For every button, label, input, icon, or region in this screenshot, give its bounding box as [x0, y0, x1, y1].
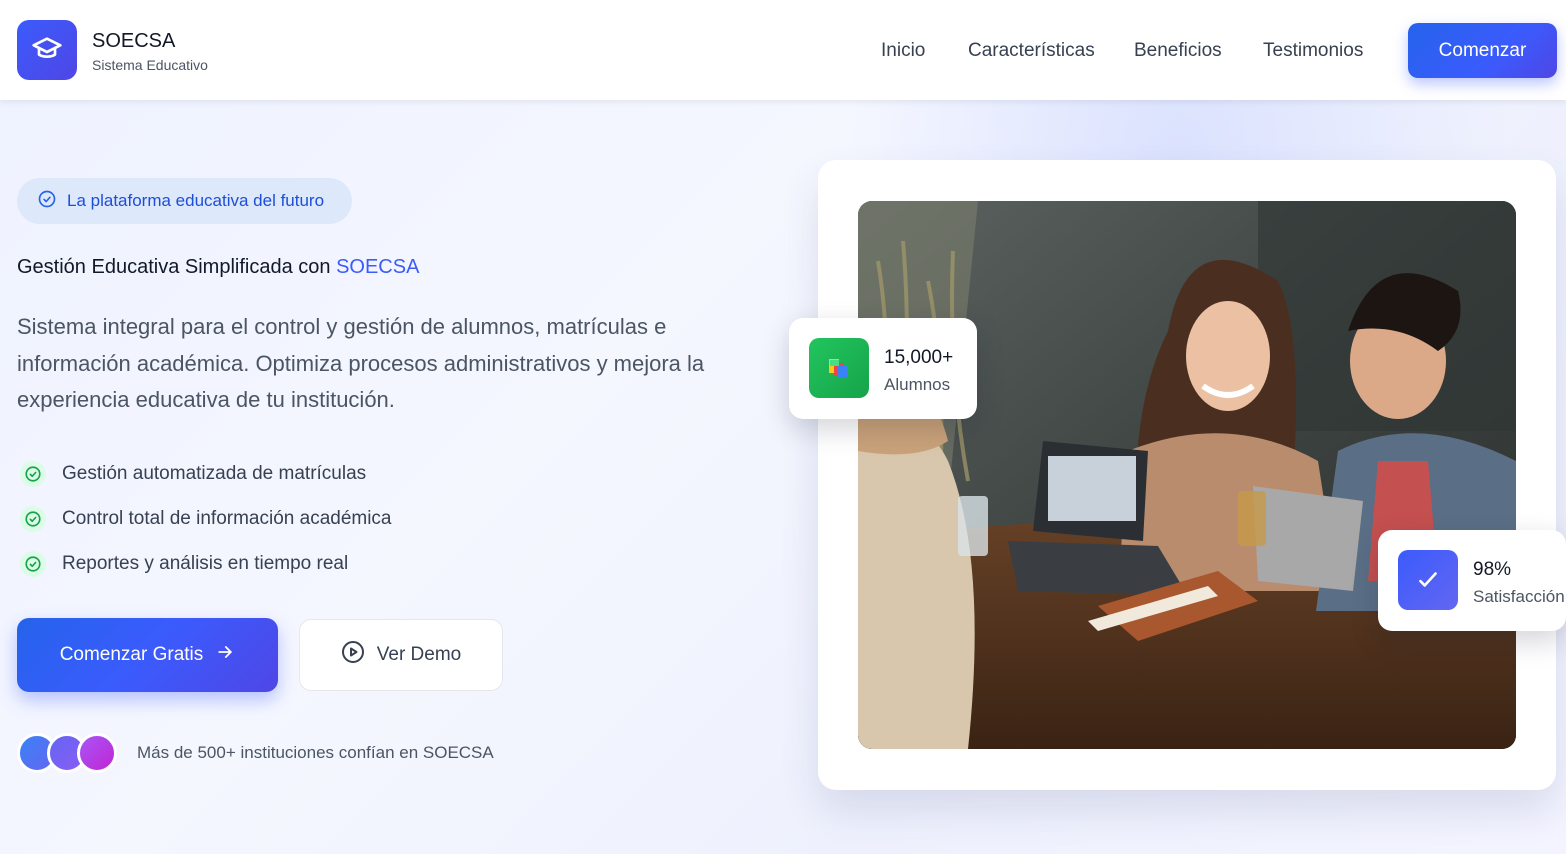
books-icon	[809, 338, 869, 398]
ver-demo-button[interactable]: Ver Demo	[299, 619, 503, 691]
brand-subtitle: Sistema Educativo	[92, 57, 208, 73]
play-circle-icon	[341, 640, 365, 670]
graduation-cap-icon	[31, 32, 63, 69]
check-circle-icon	[20, 506, 46, 532]
feature-item: Control total de información académica	[20, 504, 392, 534]
avatar	[77, 733, 117, 773]
nav-caracteristicas[interactable]: Características	[968, 40, 1095, 62]
trust-text: Más de 500+ instituciones confían en SOE…	[137, 743, 494, 762]
check-circle-icon	[20, 551, 46, 577]
feature-text: Gestión automatizada de matrículas	[62, 463, 367, 484]
check-icon	[1398, 550, 1458, 610]
students-photo	[858, 201, 1516, 749]
check-circle-icon	[37, 189, 57, 214]
stat-card-alumnos: 15,000+ Alumnos	[789, 318, 977, 419]
hero-title-prefix: Gestión Educativa Simplificada con	[17, 256, 337, 278]
logo[interactable]	[17, 20, 77, 80]
avatar-group	[17, 733, 127, 773]
stat-label: Satisfacción	[1473, 587, 1565, 606]
stat-value: 15,000+	[884, 347, 954, 368]
hero-badge: La plataforma educativa del futuro	[17, 178, 352, 224]
check-circle-icon	[20, 461, 46, 487]
ver-demo-label: Ver Demo	[376, 644, 462, 665]
comenzar-gratis-label: Comenzar Gratis	[59, 644, 204, 665]
feature-text: Control total de información académica	[62, 508, 392, 529]
nav-inicio[interactable]: Inicio	[881, 40, 925, 62]
brand-name: SOECSA	[92, 30, 176, 52]
stat-value: 98%	[1473, 559, 1512, 580]
feature-text: Reportes y análisis en tiempo real	[62, 553, 349, 574]
feature-item: Reportes y análisis en tiempo real	[20, 549, 348, 579]
top-navbar: SOECSA Sistema Educativo Inicio Caracter…	[0, 0, 1566, 100]
stat-label: Alumnos	[884, 375, 951, 394]
hero-description: Sistema integral para el control y gesti…	[17, 314, 705, 412]
arrow-right-icon	[215, 642, 235, 668]
nav-testimonios[interactable]: Testimonios	[1263, 40, 1363, 62]
hero-title-accent: SOECSA	[336, 256, 420, 278]
comenzar-gratis-button[interactable]: Comenzar Gratis	[17, 618, 278, 692]
nav-beneficios[interactable]: Beneficios	[1134, 40, 1222, 62]
stat-card-satisfaccion: 98% Satisfacción	[1378, 530, 1566, 631]
comenzar-button[interactable]: Comenzar	[1408, 23, 1557, 78]
feature-item: Gestión automatizada de matrículas	[20, 459, 366, 489]
badge-text: La plataforma educativa del futuro	[67, 191, 325, 210]
hero-title: Gestión Educativa Simplificada con SOECS…	[17, 256, 419, 279]
